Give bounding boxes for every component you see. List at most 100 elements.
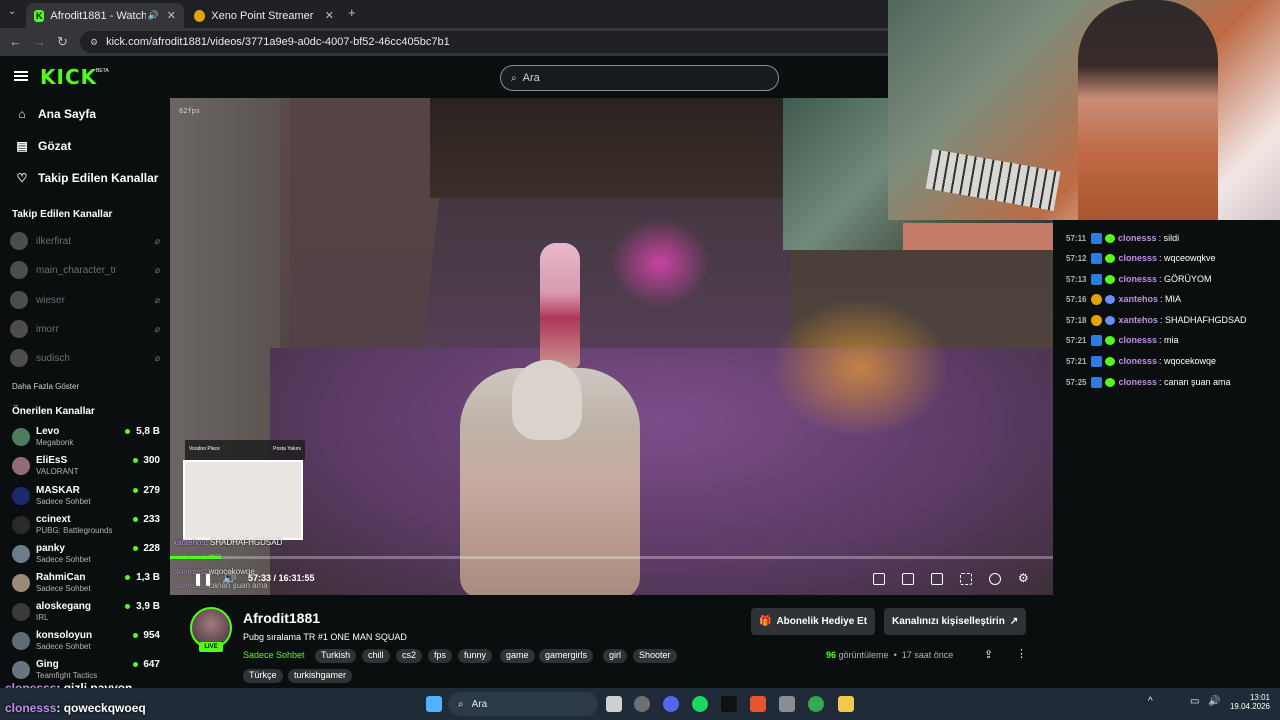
tag-chip[interactable]: chill	[362, 649, 390, 663]
tab-kick[interactable]: K Afrodit1881 - Watch the VO 🔊 ✕	[26, 3, 184, 28]
avatar	[10, 261, 28, 279]
tag-chip[interactable]: turkishgamer	[288, 669, 353, 683]
more-options-icon[interactable]: ⋮	[1016, 647, 1027, 660]
recommended-channel[interactable]: Levo Megabonk 5,8 B	[12, 426, 160, 452]
discord-icon[interactable]	[663, 696, 679, 712]
app-icon[interactable]	[721, 696, 737, 712]
nav-following[interactable]: ♡ Takip Edilen Kanallar	[14, 171, 159, 185]
forward-icon[interactable]: →	[33, 34, 46, 49]
folder-icon[interactable]	[838, 696, 854, 712]
tag-chip[interactable]: game	[500, 649, 535, 663]
site-info-icon[interactable]: ⚙	[90, 37, 98, 48]
new-tab-button[interactable]: +	[348, 5, 356, 20]
tag-chip[interactable]: Turkish	[315, 649, 357, 663]
app-icon[interactable]	[779, 696, 795, 712]
tag-chip[interactable]: girl	[603, 649, 628, 663]
reload-icon[interactable]: ↻	[57, 34, 68, 50]
task-view-icon[interactable]	[606, 696, 622, 712]
recommended-channel[interactable]: konsoloyun Sadece Sohbet 954	[12, 630, 160, 656]
viewer-count: 228	[143, 543, 160, 554]
recommended-channel[interactable]: RahmiCan Sadece Sohbet 1,3 B	[12, 572, 160, 598]
nav-browse[interactable]: ▤ Gözat	[14, 139, 71, 153]
recommended-channel[interactable]: panky Sadece Sohbet 228	[12, 543, 160, 569]
chat-username[interactable]: clonesss	[1118, 233, 1157, 243]
app-icon[interactable]	[634, 696, 650, 712]
overlay-message: : SHADHAFHGDSAD	[205, 538, 283, 547]
avatar	[12, 457, 30, 475]
offline-icon: ⌀	[154, 235, 160, 246]
tag-chip[interactable]: Türkçe	[243, 669, 283, 683]
system-clock[interactable]: 13:01 19.04.2026	[1226, 693, 1270, 711]
theater-icon[interactable]	[902, 573, 914, 585]
progress-bar[interactable]	[170, 556, 1053, 559]
audio-icon[interactable]: 🔊	[148, 10, 159, 21]
followed-channel[interactable]: wieser ⌀	[10, 291, 160, 309]
offline-icon: ⌀	[154, 294, 160, 305]
kick-logo[interactable]: KICK	[40, 65, 97, 89]
recommended-channel[interactable]: ccinext PUBG: Battlegrounds 233	[12, 514, 160, 540]
chat-username[interactable]: clonesss	[1118, 356, 1157, 366]
recommended-heading: Önerilen Kanallar	[12, 406, 95, 417]
pip-icon[interactable]	[873, 573, 885, 585]
start-icon[interactable]	[426, 696, 442, 712]
chat-timestamp: 57:25	[1066, 377, 1087, 387]
nav-home[interactable]: ⌂ Ana Sayfa	[14, 107, 96, 121]
tab-list-icon[interactable]: ⌄	[8, 6, 16, 17]
network-icon[interactable]: ▭	[1190, 696, 1199, 707]
gift-badge-icon	[1091, 376, 1103, 388]
chat-username[interactable]: clonesss	[1118, 377, 1157, 387]
menu-icon[interactable]	[14, 71, 28, 81]
nav-label: Ana Sayfa	[38, 107, 97, 121]
tag-chip[interactable]: Shooter	[633, 649, 677, 663]
chrome-icon[interactable]	[808, 696, 824, 712]
tag-chip[interactable]: gamergirls	[539, 649, 594, 663]
viewer-count: 300	[143, 455, 160, 466]
mini-player-icon[interactable]	[931, 573, 943, 585]
spotify-icon[interactable]	[692, 696, 708, 712]
stream-overlay-card: Voodoo Place Posta Yakını	[183, 440, 305, 540]
chat-username[interactable]: clonesss	[1118, 253, 1157, 263]
channel-category-link[interactable]: Sadece Sohbet	[243, 650, 305, 660]
recommended-channel[interactable]: aloskegang IRL 3,9 B	[12, 601, 160, 627]
url-field[interactable]: ⚙ kick.com/afrodit1881/videos/3771a9e9-a…	[80, 31, 900, 53]
recommended-channel[interactable]: EliEsS VALORANT 300	[12, 455, 160, 481]
volume-icon[interactable]: 🔊	[222, 571, 237, 585]
recommended-channel[interactable]: MASKAR Sadece Sohbet 279	[12, 485, 160, 511]
views-label: görüntüleme	[838, 650, 889, 660]
share-icon[interactable]: ⇪	[984, 648, 993, 661]
time-ago: 17 saat önce	[901, 650, 954, 660]
pause-icon[interactable]: ❚❚	[193, 572, 213, 586]
tag-chip[interactable]: funny	[458, 649, 493, 663]
chat-username[interactable]: xantehos	[1118, 315, 1158, 325]
volume-tray-icon[interactable]: 🔊	[1208, 696, 1220, 707]
tag-chip[interactable]: cs2	[396, 649, 423, 663]
chat-message: 57:18 xantehos: SHADHAFHGDSAD	[1066, 314, 1247, 326]
close-tab-icon[interactable]: ✕	[167, 9, 176, 22]
playback-speed-icon[interactable]	[989, 573, 1001, 585]
fullscreen-icon[interactable]	[960, 573, 972, 585]
tray-chevron-icon[interactable]: ^	[1148, 696, 1153, 707]
close-tab-icon[interactable]: ✕	[325, 9, 334, 22]
tab-xeno[interactable]: Xeno Point Streamer Challenge ✕	[186, 3, 342, 28]
channel-name[interactable]: Afrodit1881	[243, 610, 320, 626]
gift-sub-button[interactable]: 🎁 Abonelik Hediye Et	[751, 608, 876, 635]
chat-text: sildi	[1163, 233, 1180, 243]
url-text: kick.com/afrodit1881/videos/3771a9e9-a0d…	[106, 36, 450, 48]
followed-channel[interactable]: imorr ⌀	[10, 320, 160, 338]
shield-badge-icon	[1105, 315, 1116, 325]
followed-channel[interactable]: sudisch ⌀	[10, 349, 160, 367]
tag-chip[interactable]: fps	[428, 649, 453, 663]
customize-channel-button[interactable]: Kanalınızı kişiselleştirin ↗	[884, 608, 1027, 635]
chat-username[interactable]: clonesss	[1118, 274, 1157, 284]
chat-username[interactable]: clonesss	[1118, 335, 1157, 345]
search-input[interactable]: ⌕ Ara	[500, 65, 779, 91]
brave-icon[interactable]	[750, 696, 766, 712]
followed-channel[interactable]: ilkerfirat ⌀	[10, 232, 160, 250]
chat-username[interactable]: xantehos	[1118, 294, 1158, 304]
show-more-link[interactable]: Daha Fazla Göster	[12, 382, 79, 391]
settings-icon[interactable]: ⚙	[1018, 571, 1029, 585]
back-icon[interactable]: ←	[9, 34, 22, 49]
tab-title: Afrodit1881 - Watch the VO	[50, 9, 146, 22]
followed-channel[interactable]: main_character_tr ⌀	[10, 261, 160, 279]
taskbar-search[interactable]: ⌕ Ara	[448, 692, 598, 716]
